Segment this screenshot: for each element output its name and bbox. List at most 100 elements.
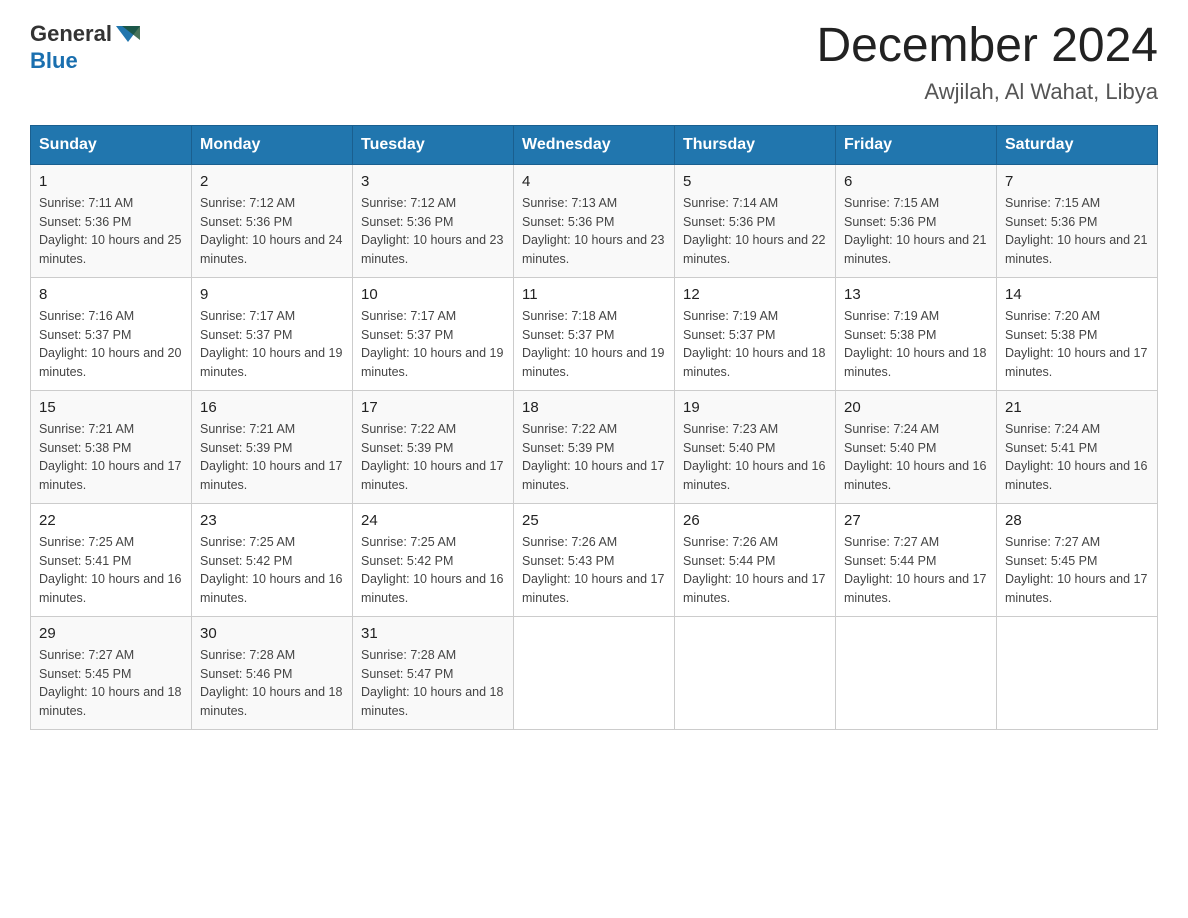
day-info: Sunrise: 7:13 AMSunset: 5:36 PMDaylight:… bbox=[522, 194, 666, 269]
day-number: 10 bbox=[361, 286, 505, 303]
header-row: SundayMondayTuesdayWednesdayThursdayFrid… bbox=[31, 125, 1158, 164]
header-thursday: Thursday bbox=[675, 125, 836, 164]
calendar-table: SundayMondayTuesdayWednesdayThursdayFrid… bbox=[30, 125, 1158, 730]
calendar-cell: 11 Sunrise: 7:18 AMSunset: 5:37 PMDaylig… bbox=[514, 277, 675, 390]
calendar-cell: 17 Sunrise: 7:22 AMSunset: 5:39 PMDaylig… bbox=[353, 390, 514, 503]
day-number: 23 bbox=[200, 512, 344, 529]
day-number: 18 bbox=[522, 399, 666, 416]
day-info: Sunrise: 7:24 AMSunset: 5:40 PMDaylight:… bbox=[844, 420, 988, 495]
calendar-cell: 9 Sunrise: 7:17 AMSunset: 5:37 PMDayligh… bbox=[192, 277, 353, 390]
calendar-cell: 26 Sunrise: 7:26 AMSunset: 5:44 PMDaylig… bbox=[675, 503, 836, 616]
header-monday: Monday bbox=[192, 125, 353, 164]
day-number: 11 bbox=[522, 286, 666, 303]
day-info: Sunrise: 7:24 AMSunset: 5:41 PMDaylight:… bbox=[1005, 420, 1149, 495]
calendar-cell: 24 Sunrise: 7:25 AMSunset: 5:42 PMDaylig… bbox=[353, 503, 514, 616]
day-number: 16 bbox=[200, 399, 344, 416]
day-info: Sunrise: 7:17 AMSunset: 5:37 PMDaylight:… bbox=[361, 307, 505, 382]
day-number: 3 bbox=[361, 173, 505, 190]
day-info: Sunrise: 7:27 AMSunset: 5:45 PMDaylight:… bbox=[39, 646, 183, 721]
day-info: Sunrise: 7:21 AMSunset: 5:38 PMDaylight:… bbox=[39, 420, 183, 495]
logo-blue: Blue bbox=[30, 48, 142, 74]
day-info: Sunrise: 7:28 AMSunset: 5:46 PMDaylight:… bbox=[200, 646, 344, 721]
day-number: 29 bbox=[39, 625, 183, 642]
header-wednesday: Wednesday bbox=[514, 125, 675, 164]
month-title: December 2024 bbox=[816, 20, 1158, 73]
day-info: Sunrise: 7:15 AMSunset: 5:36 PMDaylight:… bbox=[844, 194, 988, 269]
logo: General Blue bbox=[30, 20, 142, 74]
calendar-cell: 2 Sunrise: 7:12 AMSunset: 5:36 PMDayligh… bbox=[192, 164, 353, 277]
day-number: 15 bbox=[39, 399, 183, 416]
page-header: General Blue December 2024 Awjilah, Al W… bbox=[30, 20, 1158, 105]
calendar-cell: 10 Sunrise: 7:17 AMSunset: 5:37 PMDaylig… bbox=[353, 277, 514, 390]
calendar-cell: 4 Sunrise: 7:13 AMSunset: 5:36 PMDayligh… bbox=[514, 164, 675, 277]
day-info: Sunrise: 7:25 AMSunset: 5:41 PMDaylight:… bbox=[39, 533, 183, 608]
day-number: 7 bbox=[1005, 173, 1149, 190]
week-row-3: 15 Sunrise: 7:21 AMSunset: 5:38 PMDaylig… bbox=[31, 390, 1158, 503]
day-info: Sunrise: 7:16 AMSunset: 5:37 PMDaylight:… bbox=[39, 307, 183, 382]
day-number: 20 bbox=[844, 399, 988, 416]
calendar-cell bbox=[675, 616, 836, 729]
location-title: Awjilah, Al Wahat, Libya bbox=[816, 79, 1158, 105]
title-block: December 2024 Awjilah, Al Wahat, Libya bbox=[816, 20, 1158, 105]
day-number: 13 bbox=[844, 286, 988, 303]
day-info: Sunrise: 7:26 AMSunset: 5:44 PMDaylight:… bbox=[683, 533, 827, 608]
calendar-cell: 13 Sunrise: 7:19 AMSunset: 5:38 PMDaylig… bbox=[836, 277, 997, 390]
calendar-cell: 28 Sunrise: 7:27 AMSunset: 5:45 PMDaylig… bbox=[997, 503, 1158, 616]
day-number: 14 bbox=[1005, 286, 1149, 303]
week-row-5: 29 Sunrise: 7:27 AMSunset: 5:45 PMDaylig… bbox=[31, 616, 1158, 729]
day-number: 19 bbox=[683, 399, 827, 416]
calendar-cell: 22 Sunrise: 7:25 AMSunset: 5:41 PMDaylig… bbox=[31, 503, 192, 616]
calendar-cell: 16 Sunrise: 7:21 AMSunset: 5:39 PMDaylig… bbox=[192, 390, 353, 503]
calendar-cell: 31 Sunrise: 7:28 AMSunset: 5:47 PMDaylig… bbox=[353, 616, 514, 729]
calendar-cell: 6 Sunrise: 7:15 AMSunset: 5:36 PMDayligh… bbox=[836, 164, 997, 277]
header-sunday: Sunday bbox=[31, 125, 192, 164]
day-info: Sunrise: 7:25 AMSunset: 5:42 PMDaylight:… bbox=[200, 533, 344, 608]
day-number: 12 bbox=[683, 286, 827, 303]
day-number: 2 bbox=[200, 173, 344, 190]
calendar-cell: 18 Sunrise: 7:22 AMSunset: 5:39 PMDaylig… bbox=[514, 390, 675, 503]
day-number: 26 bbox=[683, 512, 827, 529]
calendar-cell: 29 Sunrise: 7:27 AMSunset: 5:45 PMDaylig… bbox=[31, 616, 192, 729]
day-info: Sunrise: 7:19 AMSunset: 5:37 PMDaylight:… bbox=[683, 307, 827, 382]
calendar-cell: 8 Sunrise: 7:16 AMSunset: 5:37 PMDayligh… bbox=[31, 277, 192, 390]
day-number: 25 bbox=[522, 512, 666, 529]
header-saturday: Saturday bbox=[997, 125, 1158, 164]
day-number: 6 bbox=[844, 173, 988, 190]
header-tuesday: Tuesday bbox=[353, 125, 514, 164]
calendar-cell: 7 Sunrise: 7:15 AMSunset: 5:36 PMDayligh… bbox=[997, 164, 1158, 277]
header-friday: Friday bbox=[836, 125, 997, 164]
day-info: Sunrise: 7:19 AMSunset: 5:38 PMDaylight:… bbox=[844, 307, 988, 382]
calendar-cell: 1 Sunrise: 7:11 AMSunset: 5:36 PMDayligh… bbox=[31, 164, 192, 277]
day-number: 24 bbox=[361, 512, 505, 529]
day-info: Sunrise: 7:26 AMSunset: 5:43 PMDaylight:… bbox=[522, 533, 666, 608]
day-number: 31 bbox=[361, 625, 505, 642]
day-number: 8 bbox=[39, 286, 183, 303]
calendar-cell: 5 Sunrise: 7:14 AMSunset: 5:36 PMDayligh… bbox=[675, 164, 836, 277]
week-row-2: 8 Sunrise: 7:16 AMSunset: 5:37 PMDayligh… bbox=[31, 277, 1158, 390]
day-info: Sunrise: 7:12 AMSunset: 5:36 PMDaylight:… bbox=[361, 194, 505, 269]
logo-general: General bbox=[30, 21, 112, 47]
day-number: 27 bbox=[844, 512, 988, 529]
day-number: 9 bbox=[200, 286, 344, 303]
day-info: Sunrise: 7:27 AMSunset: 5:44 PMDaylight:… bbox=[844, 533, 988, 608]
calendar-header: SundayMondayTuesdayWednesdayThursdayFrid… bbox=[31, 125, 1158, 164]
calendar-cell bbox=[514, 616, 675, 729]
day-info: Sunrise: 7:22 AMSunset: 5:39 PMDaylight:… bbox=[361, 420, 505, 495]
day-info: Sunrise: 7:25 AMSunset: 5:42 PMDaylight:… bbox=[361, 533, 505, 608]
calendar-cell: 21 Sunrise: 7:24 AMSunset: 5:41 PMDaylig… bbox=[997, 390, 1158, 503]
calendar-cell: 23 Sunrise: 7:25 AMSunset: 5:42 PMDaylig… bbox=[192, 503, 353, 616]
day-info: Sunrise: 7:27 AMSunset: 5:45 PMDaylight:… bbox=[1005, 533, 1149, 608]
day-number: 4 bbox=[522, 173, 666, 190]
day-info: Sunrise: 7:17 AMSunset: 5:37 PMDaylight:… bbox=[200, 307, 344, 382]
calendar-cell: 20 Sunrise: 7:24 AMSunset: 5:40 PMDaylig… bbox=[836, 390, 997, 503]
day-info: Sunrise: 7:18 AMSunset: 5:37 PMDaylight:… bbox=[522, 307, 666, 382]
calendar-cell: 14 Sunrise: 7:20 AMSunset: 5:38 PMDaylig… bbox=[997, 277, 1158, 390]
calendar-body: 1 Sunrise: 7:11 AMSunset: 5:36 PMDayligh… bbox=[31, 164, 1158, 729]
week-row-4: 22 Sunrise: 7:25 AMSunset: 5:41 PMDaylig… bbox=[31, 503, 1158, 616]
calendar-cell bbox=[997, 616, 1158, 729]
day-info: Sunrise: 7:21 AMSunset: 5:39 PMDaylight:… bbox=[200, 420, 344, 495]
day-info: Sunrise: 7:15 AMSunset: 5:36 PMDaylight:… bbox=[1005, 194, 1149, 269]
calendar-cell: 3 Sunrise: 7:12 AMSunset: 5:36 PMDayligh… bbox=[353, 164, 514, 277]
day-info: Sunrise: 7:11 AMSunset: 5:36 PMDaylight:… bbox=[39, 194, 183, 269]
day-number: 22 bbox=[39, 512, 183, 529]
